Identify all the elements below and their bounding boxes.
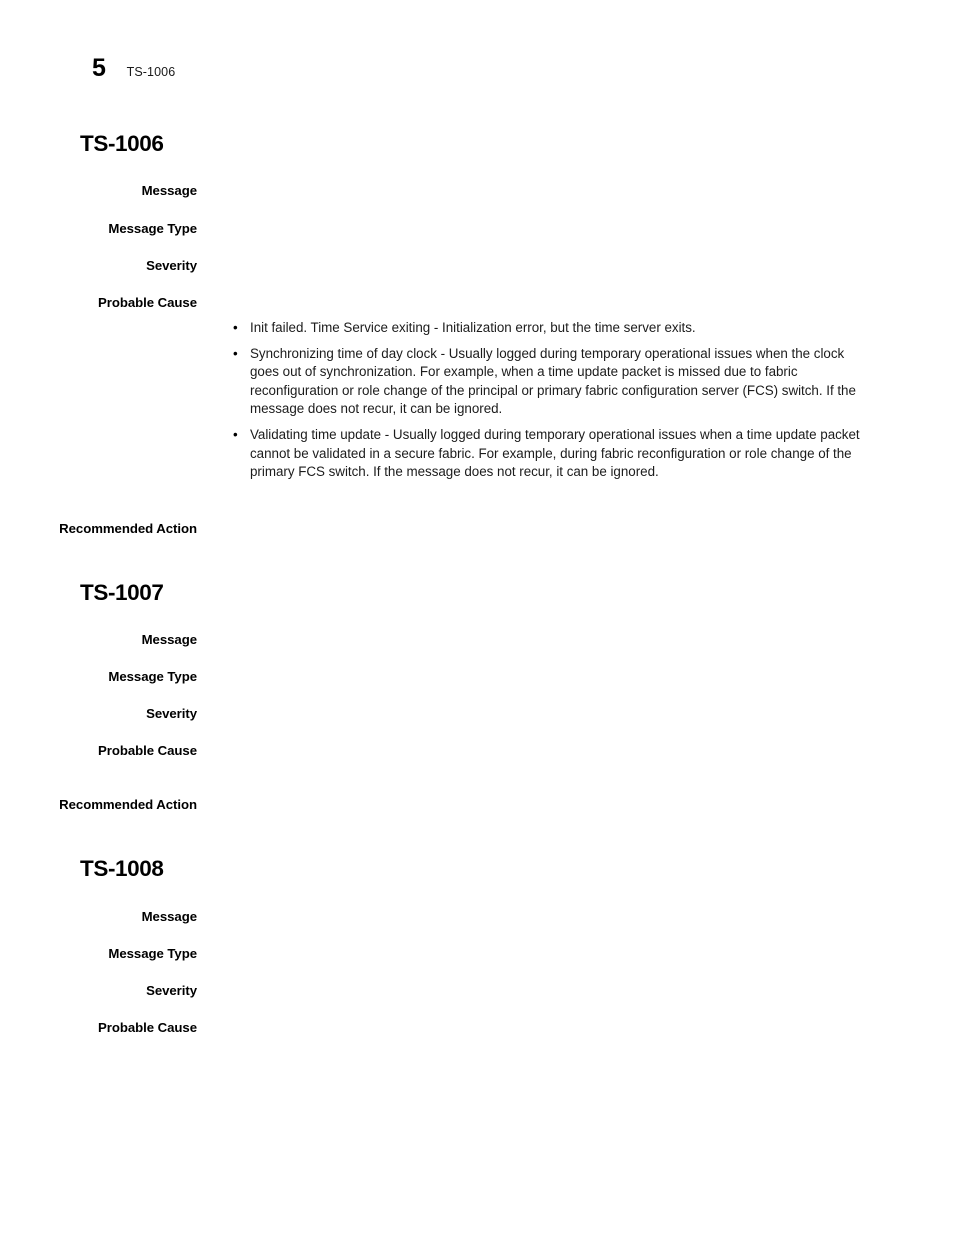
running-head-title: TS-1006 <box>126 65 176 79</box>
field-label-message: Message <box>141 183 197 198</box>
field-label-recommended-action: Recommended Action <box>59 797 197 812</box>
bullet-icon: • <box>233 345 238 361</box>
field-label-recommended-action: Recommended Action <box>59 521 197 536</box>
field-label-severity: Severity <box>146 706 197 721</box>
running-head: 5 TS-1006 <box>92 56 175 81</box>
field-label-message-type: Message Type <box>108 669 197 684</box>
bullet-icon: • <box>233 426 238 442</box>
section-heading: TS-1007 <box>80 580 164 605</box>
list-item-text: Init failed. Time Service exiting - Init… <box>250 320 696 335</box>
field-label-severity: Severity <box>146 983 197 998</box>
bullet-icon: • <box>233 320 238 335</box>
field-label-probable-cause: Probable Cause <box>98 1020 197 1035</box>
field-label-severity: Severity <box>146 258 197 273</box>
list-item: • Init failed. Time Service exiting - In… <box>233 319 875 338</box>
field-label-message-type: Message Type <box>108 946 197 961</box>
field-label-message-type: Message Type <box>108 221 197 236</box>
field-label-probable-cause: Probable Cause <box>98 743 197 758</box>
probable-cause-bullet-list: • Init failed. Time Service exiting - In… <box>233 319 875 482</box>
list-item-text: Validating time update - Usually logged … <box>250 426 860 480</box>
field-label-message: Message <box>141 632 197 647</box>
section-heading: TS-1006 <box>80 131 164 156</box>
section-heading: TS-1008 <box>80 856 164 881</box>
chapter-number: 5 <box>92 54 106 82</box>
list-item: • Synchronizing time of day clock - Usua… <box>233 345 875 419</box>
document-page: 5 TS-1006 TS-1006 Message Message Type S… <box>0 0 954 1235</box>
list-item-text: Synchronizing time of day clock - Usuall… <box>250 345 856 417</box>
field-label-message: Message <box>141 909 197 924</box>
list-item: • Validating time update - Usually logge… <box>233 426 875 482</box>
field-label-probable-cause: Probable Cause <box>98 295 197 310</box>
